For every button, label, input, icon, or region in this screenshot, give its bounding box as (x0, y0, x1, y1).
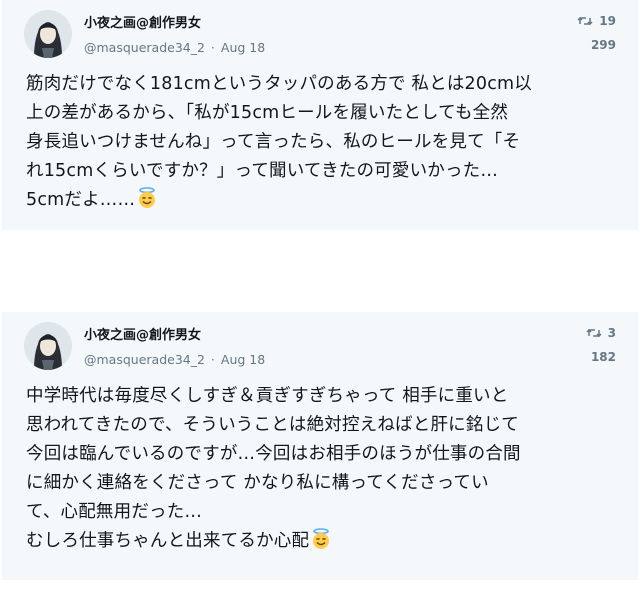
tweet-date[interactable]: Aug 18 (221, 352, 265, 367)
tweet-line-last: 5cmだよ…… (26, 186, 614, 215)
retweet-count-value: 3 (607, 326, 616, 340)
display-name[interactable]: 小夜之画@創作男女 (84, 324, 201, 343)
tweet-line: 5cmだよ…… (26, 190, 136, 210)
avatar[interactable] (24, 322, 72, 370)
like-count[interactable]: 299 (591, 38, 616, 52)
meta-separator: · (210, 40, 215, 55)
tweet-meta: @masquerade34_2 · Aug 18 (84, 40, 265, 55)
tweet-line-last: むしろ仕事ちゃんと出来てるか心配 (26, 527, 614, 556)
tweet-line: 身長追いつけませんね」って言ったら、私のヒールを見て「そ (26, 132, 521, 152)
tweet-line: 上の差があるから、「私が15cmヒールを履いたとしても全然 (26, 103, 509, 123)
smiling-face-with-halo-icon (136, 187, 158, 209)
display-name[interactable]: 小夜之画@創作男女 (84, 12, 201, 31)
retweet-icon (577, 16, 593, 26)
tweet-line: に細かく連絡をくださって かなり私に構ってくださってい (26, 473, 489, 493)
avatar-image (24, 322, 72, 370)
retweet-count[interactable]: 19 (577, 14, 616, 28)
tweet-meta: @masquerade34_2 · Aug 18 (84, 352, 265, 367)
smiling-face-with-halo-icon (310, 528, 332, 550)
tweet-line: 中学時代は毎度尽くしすぎ＆貢ぎすぎちゃって 相手に重いと (26, 386, 509, 406)
like-count[interactable]: 182 (591, 350, 616, 364)
avatar[interactable] (24, 10, 72, 58)
retweet-count-value: 19 (599, 14, 616, 28)
retweet-icon (586, 328, 602, 338)
avatar-image (24, 10, 72, 58)
tweet-line: むしろ仕事ちゃんと出来てるか心配 (26, 531, 310, 551)
tweet-card[interactable]: 小夜之画@創作男女 @masquerade34_2 · Aug 18 19 29… (2, 0, 638, 230)
user-handle[interactable]: @masquerade34_2 (84, 40, 205, 55)
meta-separator: · (210, 352, 215, 367)
tweet-date[interactable]: Aug 18 (221, 40, 265, 55)
tweet-line: 思われてきたので、そういうことは絶対控えねばと肝に銘じて (26, 415, 519, 435)
retweet-count[interactable]: 3 (586, 326, 616, 340)
tweet-line: て、心配無用だった… (26, 502, 203, 522)
tweet-line: れ15cmくらいですか？」って聞いてきたの可愛いかった… (26, 161, 499, 181)
tweet-line: 今回は臨んでいるのですが…今回はお相手のほうが仕事の合間 (26, 444, 521, 464)
tweet-text: 筋肉だけでなく181cmというタッパのある方で 私とは20cm以 上の差があるか… (26, 70, 614, 215)
user-handle[interactable]: @masquerade34_2 (84, 352, 205, 367)
tweet-line: 筋肉だけでなく181cmというタッパのある方で 私とは20cm以 (26, 74, 532, 94)
tweet-text: 中学時代は毎度尽くしすぎ＆貢ぎすぎちゃって 相手に重いと 思われてきたので、そう… (26, 382, 614, 556)
tweet-card[interactable]: 小夜之画@創作男女 @masquerade34_2 · Aug 18 3 182… (2, 312, 638, 580)
